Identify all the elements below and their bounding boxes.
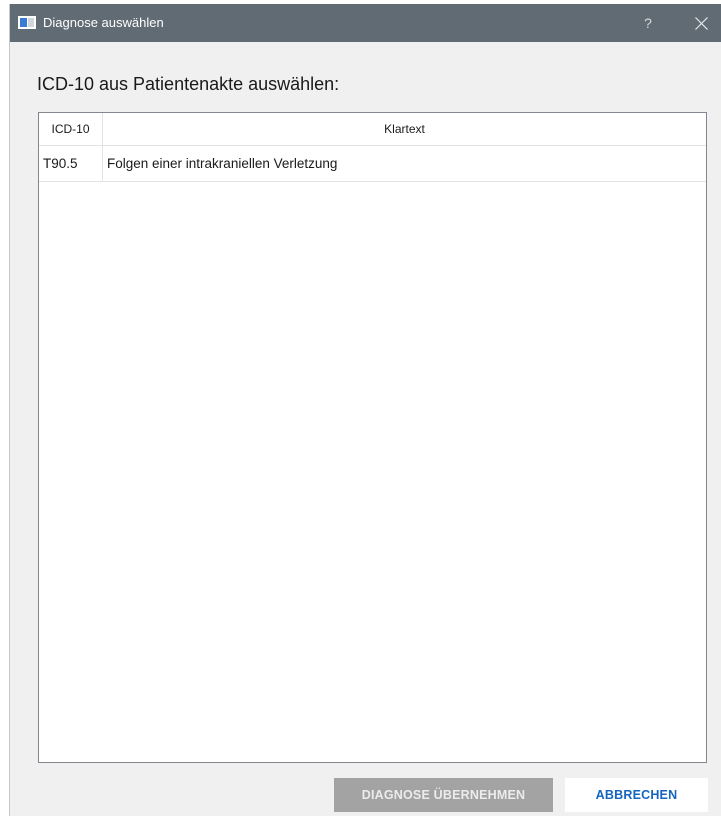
column-header-klartext[interactable]: Klartext [103, 113, 706, 145]
close-button[interactable] [682, 4, 721, 42]
window-title: Diagnose auswählen [43, 15, 164, 30]
diagnosis-dialog: Diagnose auswählen ? ICD-10 aus Patiente… [9, 4, 721, 816]
close-icon [695, 17, 708, 30]
help-icon: ? [644, 15, 652, 31]
table-header: ICD-10 Klartext [39, 113, 706, 146]
prompt-label: ICD-10 aus Patientenakte auswählen: [37, 74, 340, 94]
help-button[interactable]: ? [628, 4, 668, 42]
column-header-icd10[interactable]: ICD-10 [39, 113, 103, 145]
apply-diagnosis-button[interactable]: DIAGNOSE ÜBERNEHMEN [334, 778, 553, 812]
table-row[interactable]: T90.5 Folgen einer intrakraniellen Verle… [39, 146, 706, 182]
cell-klartext: Folgen einer intrakraniellen Verletzung [107, 156, 338, 171]
diagnosis-table[interactable]: ICD-10 Klartext T90.5 Folgen einer intra… [38, 112, 707, 763]
cancel-button[interactable]: ABBRECHEN [565, 778, 708, 812]
window-app-icon [18, 16, 36, 29]
title-bar[interactable]: Diagnose auswählen ? [10, 4, 721, 42]
cell-icd10-code: T90.5 [39, 146, 103, 181]
